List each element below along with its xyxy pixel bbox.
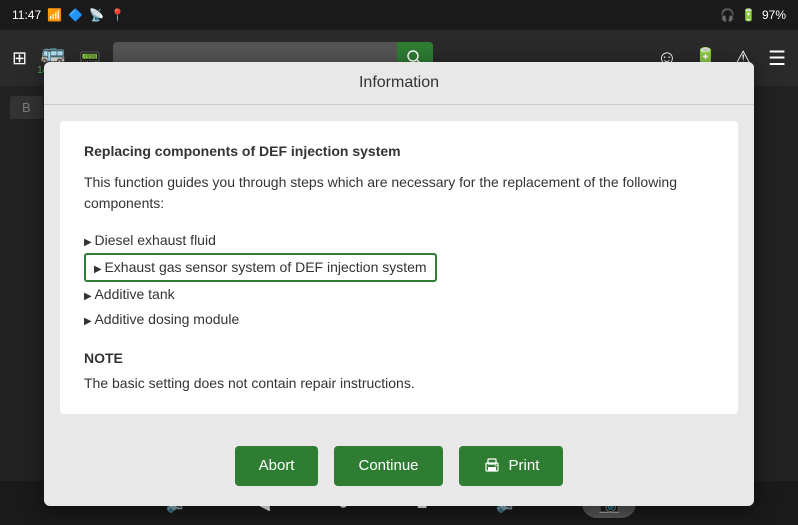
sim-icon: 📶 — [47, 8, 62, 22]
status-bar-left: 11:47 📶 🔷 📡 📍 — [12, 8, 125, 22]
abort-button[interactable]: Abort — [235, 446, 319, 486]
note-section: NOTE The basic setting does not contain … — [84, 348, 714, 394]
menu-icon[interactable]: ☰ — [768, 46, 786, 71]
component-item-3: Additive tank — [84, 282, 714, 307]
modal-dialog: Information Replacing components of DEF … — [44, 62, 754, 506]
modal-footer: Abort Continue Print — [44, 430, 754, 506]
status-bar: 11:47 📶 🔷 📡 📍 🎧 🔋 97% — [0, 0, 798, 30]
component-list: Diesel exhaust fluid Exhaust gas sensor … — [84, 228, 714, 332]
headphone-icon: 🎧 — [720, 8, 735, 22]
intro-text: This function guides you through steps w… — [84, 172, 714, 214]
status-bar-right: 🎧 🔋 97% — [720, 8, 786, 22]
note-label: NOTE — [84, 348, 714, 369]
print-button[interactable]: Print — [459, 446, 564, 486]
bluetooth-icon: 🔷 — [68, 8, 83, 22]
component-item-4: Additive dosing module — [84, 307, 714, 332]
battery-percent: 97% — [762, 8, 786, 22]
grid-icon[interactable]: ⊞ — [12, 48, 27, 69]
content-title: Replacing components of DEF injection sy… — [84, 141, 714, 162]
modal-body: Replacing components of DEF injection sy… — [60, 121, 738, 414]
modal-title: Information — [359, 74, 439, 91]
modal-header: Information — [44, 62, 754, 105]
battery-icon: 🔋 — [741, 8, 756, 22]
component-item-2-highlighted: Exhaust gas sensor system of DEF injecti… — [84, 253, 437, 282]
note-text: The basic setting does not contain repai… — [84, 373, 714, 394]
modal-overlay: Information Replacing components of DEF … — [0, 86, 798, 481]
time-display: 11:47 — [12, 8, 41, 22]
gps-icon: 📍 — [110, 8, 125, 22]
wifi-icon: 📡 — [89, 8, 104, 22]
main-content: B Information Replacing components of DE… — [0, 86, 798, 481]
continue-button[interactable]: Continue — [334, 446, 442, 486]
component-item-1: Diesel exhaust fluid — [84, 228, 714, 253]
print-icon — [483, 457, 501, 475]
